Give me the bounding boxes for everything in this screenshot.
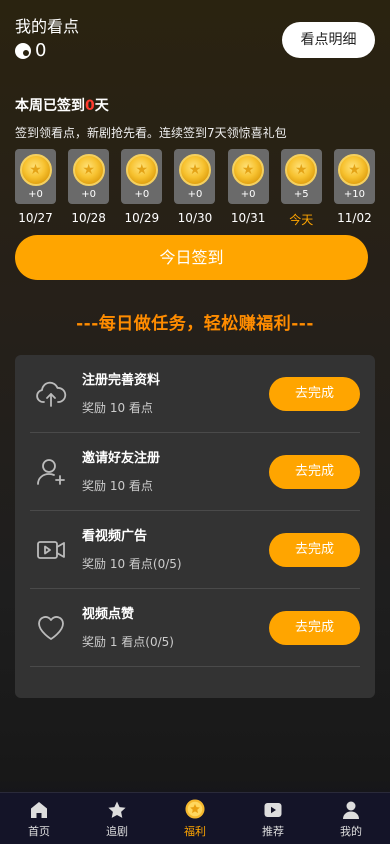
day-date: 10/28 bbox=[71, 211, 106, 225]
day-card: ★ +0 bbox=[174, 149, 216, 204]
task-name: 视频点赞 bbox=[82, 606, 135, 622]
day-reward: +5 bbox=[293, 189, 309, 200]
day-date: 10/31 bbox=[230, 211, 266, 225]
task-name: 邀请好友注册 bbox=[82, 450, 161, 466]
points-detail-button[interactable]: 看点明细 bbox=[282, 22, 375, 58]
day-card: ★ +5 bbox=[280, 149, 322, 204]
points-header: 我的看点 0 看点明细 bbox=[15, 16, 375, 66]
day-reward: +0 bbox=[240, 189, 256, 200]
checkin-button[interactable]: 今日签到 bbox=[15, 235, 368, 280]
user-icon bbox=[341, 800, 361, 820]
task-complete-button[interactable]: 去完成 bbox=[269, 455, 360, 489]
coin-icon: ★ bbox=[19, 154, 52, 186]
task-reward: 奖励 10 看点(0/5) bbox=[82, 556, 182, 571]
day-date: 10/27 bbox=[18, 211, 53, 225]
play-icon bbox=[263, 800, 283, 820]
tab-follow[interactable]: 追剧 bbox=[78, 793, 156, 844]
task-name: 注册完善资料 bbox=[82, 372, 161, 388]
day-reward: +0 bbox=[28, 189, 43, 200]
task-reward: 奖励 10 看点 bbox=[82, 478, 153, 493]
home-icon bbox=[29, 800, 49, 820]
tab-label: 福利 bbox=[184, 825, 206, 838]
day-card: ★ +0 bbox=[15, 149, 56, 204]
week-prefix: 本周已签到 bbox=[15, 98, 85, 114]
task-item: 注册完善资料 奖励 10 看点 去完成 bbox=[30, 355, 360, 433]
tab-label: 推荐 bbox=[262, 825, 284, 838]
star-icon bbox=[107, 800, 127, 820]
tab-recommend[interactable]: 推荐 bbox=[234, 793, 312, 844]
tab-mine[interactable]: 我的 bbox=[312, 793, 390, 844]
checkin-day: ★ +0 10/31 bbox=[227, 149, 269, 228]
day-date: 10/30 bbox=[177, 211, 213, 225]
video-icon bbox=[33, 532, 69, 568]
coin-icon: ★ bbox=[338, 154, 371, 186]
tab-label: 首页 bbox=[28, 825, 50, 838]
points-value: 0 bbox=[35, 40, 47, 61]
task-reward: 奖励 1 看点(0/5) bbox=[82, 634, 174, 649]
checkin-day: ★ +0 10/27 bbox=[15, 149, 56, 228]
bottom-tab-bar: 首页 追剧 福利 推荐 我的 bbox=[0, 792, 390, 844]
task-item: 看视频广告 奖励 10 看点(0/5) 去完成 bbox=[30, 511, 360, 589]
week-suffix: 天 bbox=[94, 98, 109, 114]
tab-home[interactable]: 首页 bbox=[0, 793, 78, 844]
tab-label: 追剧 bbox=[106, 825, 128, 838]
checkin-day-today: ★ +5 今天 bbox=[280, 149, 322, 228]
day-card: ★ +0 bbox=[121, 149, 163, 204]
task-slogan: ---每日做任务，轻松赚福利--- bbox=[76, 314, 314, 334]
add-user-icon bbox=[33, 454, 69, 490]
tab-welfare[interactable]: 福利 bbox=[156, 793, 234, 844]
day-reward: +0 bbox=[81, 189, 97, 200]
day-card: ★ +0 bbox=[68, 149, 110, 204]
week-count: 0 bbox=[85, 98, 95, 114]
task-reward: 奖励 10 看点 bbox=[82, 400, 153, 415]
task-complete-button[interactable]: 去完成 bbox=[269, 533, 360, 567]
checkin-days: ★ +0 10/27 ★ +0 10/28 ★ +0 10/29 ★ +0 10… bbox=[15, 149, 375, 228]
day-date: 10/29 bbox=[124, 211, 160, 225]
coin-icon bbox=[184, 798, 206, 820]
task-complete-button[interactable]: 去完成 bbox=[269, 377, 360, 411]
day-date: 11/02 bbox=[337, 211, 372, 225]
task-name: 看视频广告 bbox=[82, 528, 148, 544]
task-panel: 注册完善资料 奖励 10 看点 去完成 邀请好友注册 奖励 10 看点 去完成 bbox=[15, 355, 375, 698]
coin-icon: ★ bbox=[178, 154, 211, 186]
day-reward: +0 bbox=[134, 189, 150, 200]
task-complete-button[interactable]: 去完成 bbox=[269, 611, 360, 645]
week-checkin-title: 本周已签到0天 bbox=[15, 95, 109, 115]
heart-icon bbox=[33, 610, 69, 646]
points-icon bbox=[15, 43, 31, 59]
day-date: 今天 bbox=[289, 213, 314, 227]
task-item: 视频点赞 奖励 1 看点(0/5) 去完成 bbox=[30, 589, 360, 667]
day-reward: +0 bbox=[187, 189, 203, 200]
day-card: ★ +10 bbox=[333, 149, 375, 204]
coin-icon: ★ bbox=[285, 154, 318, 186]
checkin-day: ★ +0 10/28 bbox=[68, 149, 110, 228]
coin-icon: ★ bbox=[125, 154, 158, 186]
day-reward: +10 bbox=[343, 189, 365, 200]
task-item: 邀请好友注册 奖励 10 看点 去完成 bbox=[30, 433, 360, 511]
checkin-day: ★ +0 10/30 bbox=[174, 149, 216, 228]
coin-icon: ★ bbox=[72, 154, 105, 186]
cloud-upload-icon bbox=[33, 376, 69, 412]
coin-icon: ★ bbox=[232, 154, 265, 186]
checkin-day: ★ +10 11/02 bbox=[333, 149, 375, 228]
tab-label: 我的 bbox=[340, 825, 362, 838]
checkin-day: ★ +0 10/29 bbox=[121, 149, 163, 228]
checkin-description: 签到领看点，新剧抢先看。连续签到7天领惊喜礼包 bbox=[15, 126, 287, 140]
day-card: ★ +0 bbox=[227, 149, 269, 204]
